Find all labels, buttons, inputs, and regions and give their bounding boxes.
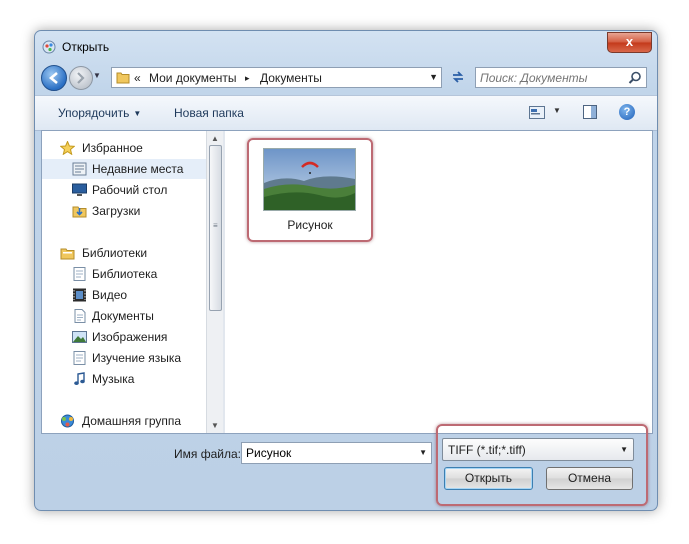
sidebar-item-label: Библиотека (92, 267, 158, 281)
help-icon[interactable]: ? (619, 104, 635, 120)
breadcrumb-my-documents[interactable]: Мои документы (149, 71, 236, 85)
forward-button[interactable] (69, 66, 93, 90)
window-title: Открыть (62, 40, 110, 54)
sidebar-item-documents[interactable]: Документы (42, 306, 206, 326)
main-area: Избранное Недавние места Рабочий стол За… (41, 130, 653, 434)
filetype-select[interactable]: TIFF (*.tif;*.tiff) ▼ (442, 438, 634, 461)
library-icon (73, 267, 86, 281)
pictures-icon (72, 331, 87, 343)
title-bar[interactable]: Открыть x (35, 31, 657, 61)
grip-icon: ≡ (213, 221, 218, 230)
scrollbar-thumb[interactable]: ≡ (209, 145, 222, 311)
refresh-button[interactable] (446, 67, 470, 88)
new-folder-button[interactable]: Новая папка (174, 106, 244, 120)
libraries-icon (60, 248, 75, 260)
downloads-icon (72, 206, 87, 218)
search-icon[interactable] (628, 71, 642, 85)
breadcrumb-documents[interactable]: Документы (260, 71, 322, 85)
sidebar-item-video[interactable]: Видео (42, 285, 206, 305)
address-overflow[interactable]: « (134, 71, 141, 85)
sidebar-item-label: Рабочий стол (92, 183, 168, 197)
change-view-icon[interactable] (529, 106, 545, 119)
sidebar-item-label: Музыка (92, 372, 135, 386)
highlight-frame (436, 424, 648, 506)
open-file-dialog: Открыть x ▼ « Мои документы ▸ Документы … (34, 30, 658, 511)
command-toolbar: Упорядочить ▼ Новая папка ▼ ? (35, 95, 657, 131)
sidebar-item-homegroup[interactable]: Домашняя группа (42, 411, 206, 431)
breadcrumb-separator[interactable]: ▸ (245, 73, 250, 84)
preview-pane-icon[interactable] (582, 104, 598, 120)
file-list: Рисунок (225, 131, 652, 433)
filename-combobox[interactable]: ▼ (241, 442, 432, 464)
desktop-icon (72, 183, 87, 196)
sidebar-item-downloads[interactable]: Загрузки (42, 201, 206, 221)
address-dropdown-icon[interactable]: ▼ (429, 72, 438, 82)
sidebar-item-label: Библиотеки (82, 246, 148, 260)
sidebar-item-music[interactable]: Музыка (42, 369, 206, 389)
navigation-pane: Избранное Недавние места Рабочий стол За… (42, 131, 206, 433)
history-dropdown[interactable]: ▼ (93, 71, 105, 83)
close-button[interactable]: x (607, 32, 652, 53)
file-name: Рисунок (287, 218, 333, 232)
search-box[interactable] (475, 67, 647, 88)
filetype-value: TIFF (*.tif;*.tiff) (448, 443, 526, 457)
organize-button[interactable]: Упорядочить ▼ (58, 106, 141, 120)
sidebar-item-desktop[interactable]: Рабочий стол (42, 180, 206, 200)
video-icon (73, 288, 86, 302)
sidebar-item-libraries[interactable]: Библиотеки (42, 243, 206, 263)
sidebar-item-label: Домашняя группа (82, 414, 182, 428)
sidebar-item-language-learning[interactable]: Изучение языка (42, 348, 206, 368)
documents-icon (74, 309, 86, 323)
navigation-bar: ▼ « Мои документы ▸ Документы ▼ (35, 61, 657, 95)
dialog-footer: Имя файла: ▼ TIFF (*.tif;*.tiff) ▼ Откры… (35, 424, 657, 509)
cancel-button[interactable]: Отмена (546, 467, 633, 490)
back-arrow-icon (48, 72, 58, 84)
filename-label: Имя файла: (174, 447, 241, 461)
sidebar-item-label: Изучение языка (92, 351, 182, 365)
view-dropdown-icon[interactable]: ▼ (553, 106, 561, 115)
back-button[interactable] (41, 65, 67, 91)
app-icon (42, 40, 56, 54)
open-button[interactable]: Открыть (444, 467, 533, 490)
sidebar-item-label: Загрузки (92, 204, 141, 218)
sidebar-item-label: Недавние места (92, 162, 184, 176)
sidebar-item-recent-places[interactable]: Недавние места (42, 159, 206, 179)
filename-input[interactable] (246, 445, 406, 461)
forward-arrow-icon (77, 72, 85, 84)
language-icon (73, 351, 86, 365)
refresh-icon (452, 71, 464, 83)
recent-places-icon (72, 162, 87, 176)
folder-icon (116, 72, 130, 84)
sidebar-item-label: Видео (92, 288, 128, 302)
filename-dropdown-icon[interactable]: ▼ (419, 448, 427, 457)
scroll-up-icon[interactable]: ▲ (211, 134, 219, 143)
organize-dropdown-icon: ▼ (133, 109, 142, 119)
homegroup-icon (61, 414, 74, 428)
sidebar-item-library[interactable]: Библиотека (42, 264, 206, 284)
scroll-down-icon[interactable]: ▼ (211, 421, 219, 430)
sidebar-item-label: Изображения (92, 330, 168, 344)
filetype-dropdown-icon[interactable]: ▼ (620, 445, 628, 454)
star-icon (60, 141, 75, 155)
sidebar-item-favorites[interactable]: Избранное (42, 138, 206, 158)
music-icon (74, 372, 85, 385)
address-bar[interactable]: « Мои документы ▸ Документы ▼ (111, 67, 442, 88)
sidebar-item-pictures[interactable]: Изображения (42, 327, 206, 347)
organize-label: Упорядочить (58, 106, 130, 120)
sidebar-scrollbar[interactable]: ▲ ≡ ▼ (206, 131, 224, 433)
sidebar-item-label: Документы (92, 309, 154, 323)
sidebar-item-label: Избранное (82, 141, 143, 155)
search-input[interactable] (480, 69, 620, 86)
file-item[interactable]: Рисунок (247, 138, 373, 242)
paraglider-landscape-image (263, 148, 356, 211)
